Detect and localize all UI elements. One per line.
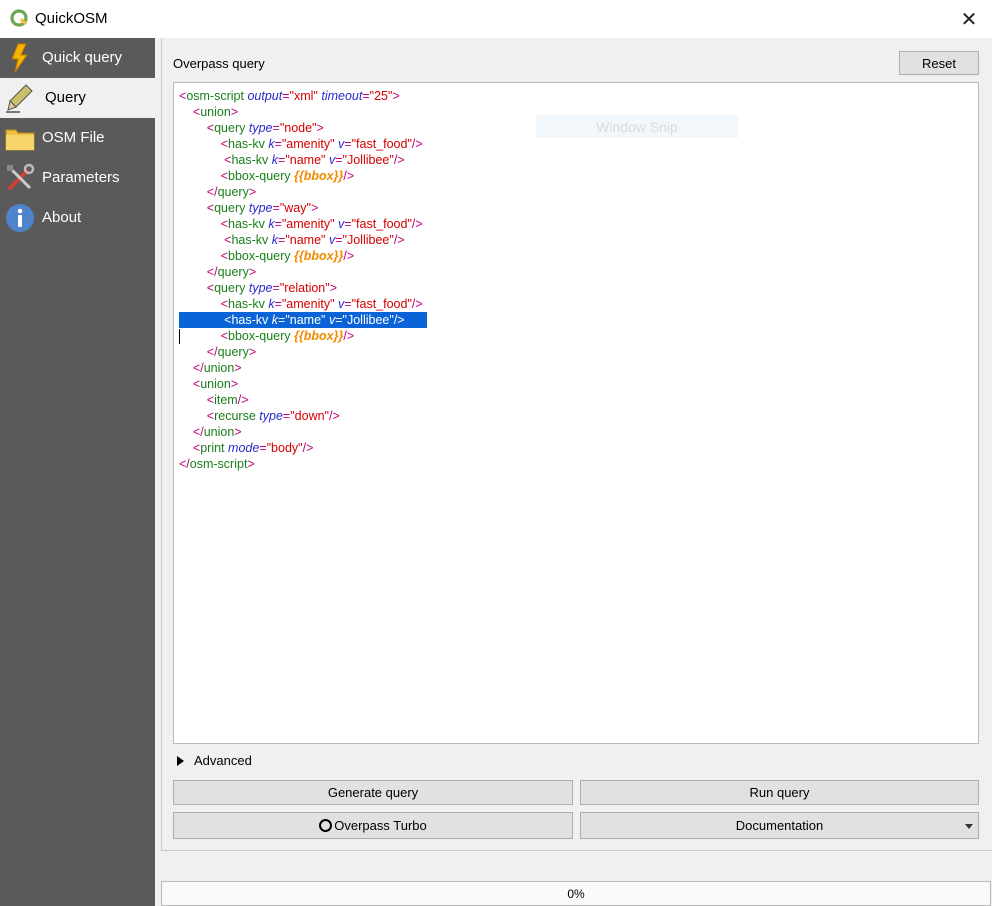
sidebar-item-label: OSM File [42, 129, 105, 146]
code-line: <bbox-query {{bbox}}/> [220, 329, 355, 343]
code-line: <has-kv k="name" v="Jollibee"/> [224, 153, 405, 167]
code-line: </osm-script> [179, 457, 255, 471]
info-icon [6, 204, 34, 232]
tools-icon [7, 163, 35, 191]
code-line: </query> [206, 345, 257, 359]
code-line: <bbox-query {{bbox}}/> [220, 249, 355, 263]
progress-bar: 0% [161, 881, 991, 906]
query-editor[interactable]: <osm-script output="xml" timeout="25"> <… [173, 82, 979, 744]
code-line: <has-kv k="amenity" v="fast_food"/> [220, 297, 423, 311]
overpass-turbo-label: Overpass Turbo [334, 818, 427, 833]
code-line: <has-kv k="name" v="Jollibee"/> [224, 313, 405, 327]
code-line: <bbox-query {{bbox}}/> [220, 169, 355, 183]
title-bar: QuickOSM ✕ [0, 0, 992, 38]
qgis-logo-icon [10, 9, 28, 27]
code-line: <query type="relation"> [206, 281, 338, 295]
documentation-button[interactable]: Documentation [580, 812, 979, 839]
code-line: <has-kv k="amenity" v="fast_food"/> [220, 137, 423, 151]
sidebar-item-about[interactable]: About [0, 198, 155, 238]
run-query-button[interactable]: Run query [580, 780, 979, 805]
sidebar-item-query[interactable]: Query [0, 78, 155, 118]
code-line: </union> [192, 361, 242, 375]
advanced-label: Advanced [194, 753, 252, 768]
code-line: <osm-script output="xml" timeout="25"> [179, 89, 400, 103]
code-line: <print mode="body"/> [192, 441, 314, 455]
generate-query-button[interactable]: Generate query [173, 780, 573, 805]
panel-title: Overpass query [173, 56, 265, 71]
reset-button[interactable]: Reset [899, 51, 979, 75]
close-icon: ✕ [960, 8, 978, 31]
code-line: <union> [192, 105, 239, 119]
window-title: QuickOSM [35, 10, 108, 27]
progress-label: 0% [567, 886, 585, 901]
triangle-right-icon [177, 756, 184, 766]
sidebar-item-label: Query [45, 89, 86, 106]
sidebar-item-label: About [42, 209, 82, 226]
steering-wheel-icon [319, 819, 333, 832]
folder-icon [5, 129, 35, 151]
code-line: </query> [206, 185, 257, 199]
advanced-toggle[interactable]: Advanced [177, 753, 252, 768]
window-snip-overlay: Window Snip [536, 115, 738, 138]
code-line: </query> [206, 265, 257, 279]
sidebar-item-parameters[interactable]: Parameters [0, 158, 155, 198]
overpass-turbo-button[interactable]: Overpass Turbo [173, 812, 573, 839]
sidebar: Quick query Query OSM File Parameters Ab… [0, 38, 155, 906]
code-line: <union> [192, 377, 239, 391]
sidebar-item-label: Parameters [42, 169, 120, 186]
code-line: <recurse type="down"/> [206, 409, 340, 423]
code-line: </union> [192, 425, 242, 439]
code-line: <has-kv k="amenity" v="fast_food"/> [220, 217, 423, 231]
pencil-icon [6, 84, 33, 113]
code-line: <item/> [206, 393, 249, 407]
sidebar-item-osm-file[interactable]: OSM File [0, 118, 155, 158]
sidebar-item-label: Quick query [42, 49, 123, 66]
code-line: <query type="node"> [206, 121, 324, 135]
code-line: <has-kv k="name" v="Jollibee"/> [224, 233, 405, 247]
chevron-down-icon[interactable] [965, 824, 973, 829]
lightning-icon [11, 43, 28, 73]
code-line: <query type="way"> [206, 201, 319, 215]
sidebar-item-quick-query[interactable]: Quick query [0, 38, 155, 78]
documentation-label: Documentation [735, 818, 824, 833]
close-button[interactable]: ✕ [946, 0, 992, 38]
query-code: <osm-script output="xml" timeout="25"> <… [179, 88, 423, 472]
